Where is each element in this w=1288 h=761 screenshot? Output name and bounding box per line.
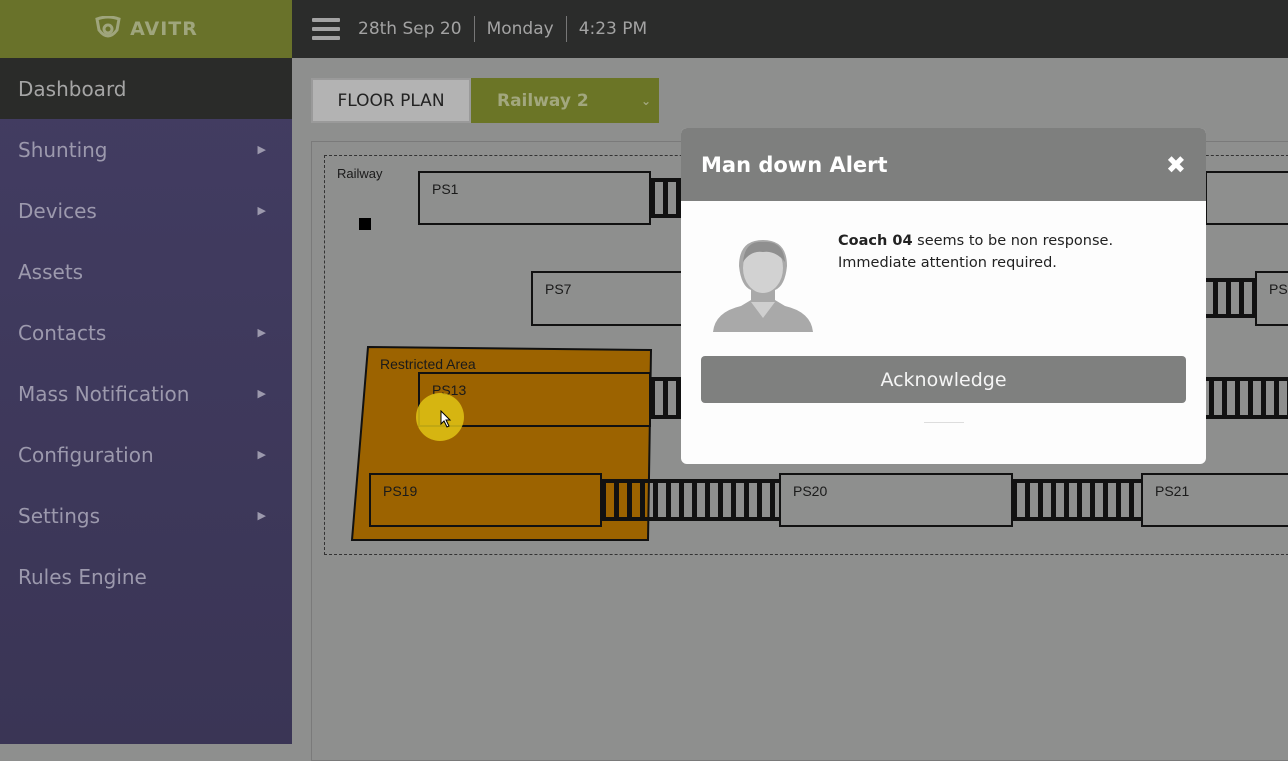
mouse-cursor-icon <box>440 410 452 428</box>
platform-ps20[interactable]: PS20 <box>779 473 1013 527</box>
platform-partial[interactable] <box>1205 171 1288 225</box>
person-avatar-icon <box>713 240 813 332</box>
platform-ps21[interactable]: PS21 <box>1141 473 1288 527</box>
alert-subject: Coach 04 <box>838 233 913 249</box>
restricted-area-label: Restricted Area <box>380 356 476 372</box>
divider <box>924 422 964 423</box>
track <box>1012 479 1142 521</box>
alert-text-2: Immediate attention required. <box>838 255 1057 271</box>
man-down-alert-modal: Man down Alert ✖ Coach 04 seems to be no… <box>681 128 1206 464</box>
platform-ps7[interactable]: PS7 <box>531 271 691 326</box>
platform-ps1[interactable]: PS1 <box>418 171 651 225</box>
platform-ps19[interactable]: PS19 <box>369 473 602 527</box>
track <box>601 479 781 521</box>
platform-partial[interactable]: PS <box>1255 271 1288 326</box>
alert-message: Coach 04 seems to be non response. Immed… <box>838 230 1113 274</box>
alert-text: seems to be non response. <box>912 233 1114 249</box>
close-icon[interactable]: ✖ <box>1166 151 1186 179</box>
modal-title: Man down Alert <box>701 152 888 177</box>
acknowledge-button[interactable]: Acknowledge <box>701 356 1186 403</box>
